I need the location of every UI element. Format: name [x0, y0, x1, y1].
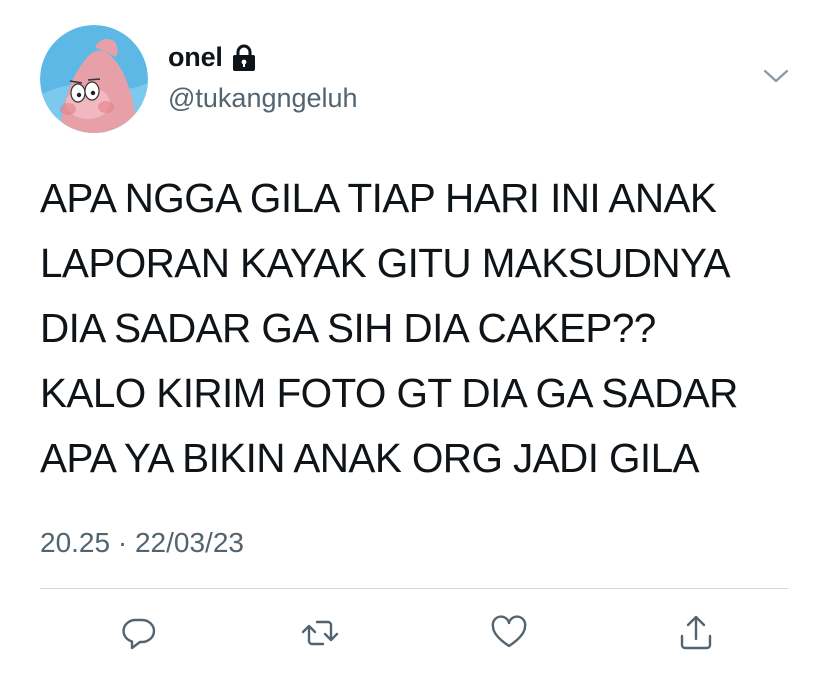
display-name[interactable]: onel — [168, 42, 223, 73]
tweet-text: APA NGGA GILA TIAP HARI INI ANAK LAPORAN… — [40, 166, 800, 491]
tweet-text-line: APA YA BIKIN ANAK ORG JADI GILA — [40, 435, 700, 481]
reply-button[interactable] — [117, 611, 161, 655]
avatar-image — [40, 25, 148, 133]
tweet-timestamp[interactable]: 20.25 · 22/03/23 — [40, 527, 244, 559]
retweet-icon — [301, 620, 339, 646]
tweet-text-line: KALO KIRIM FOTO GT DIA GA SADAR — [40, 370, 738, 416]
tweet-time: 20.25 — [40, 527, 111, 558]
retweet-button[interactable] — [298, 611, 342, 655]
action-bar — [0, 605, 828, 655]
share-icon — [680, 615, 712, 650]
name-row: onel — [168, 42, 257, 73]
heart-icon — [491, 615, 527, 648]
avatar[interactable] — [40, 25, 148, 133]
like-button[interactable] — [487, 611, 531, 655]
share-button[interactable] — [674, 611, 718, 655]
tweet-text-line: APA NGGA GILA TIAP HARI INI ANAK — [40, 175, 717, 221]
reply-icon — [122, 618, 156, 650]
tweet-date: 22/03/23 — [134, 527, 244, 558]
chevron-down-icon[interactable] — [762, 66, 790, 86]
tweet-text-line: LAPORAN KAYAK GITU MAKSUDNYA — [40, 240, 730, 286]
divider — [40, 588, 788, 589]
user-handle[interactable]: @tukangngeluh — [168, 83, 358, 114]
tweet: onel @tukangngeluh APA NGGA GILA TIAP HA… — [0, 0, 828, 677]
tweet-text-line: DIA SADAR GA SIH DIA CAKEP?? — [40, 305, 656, 351]
lock-icon — [231, 44, 257, 72]
meta-separator: · — [117, 527, 128, 558]
